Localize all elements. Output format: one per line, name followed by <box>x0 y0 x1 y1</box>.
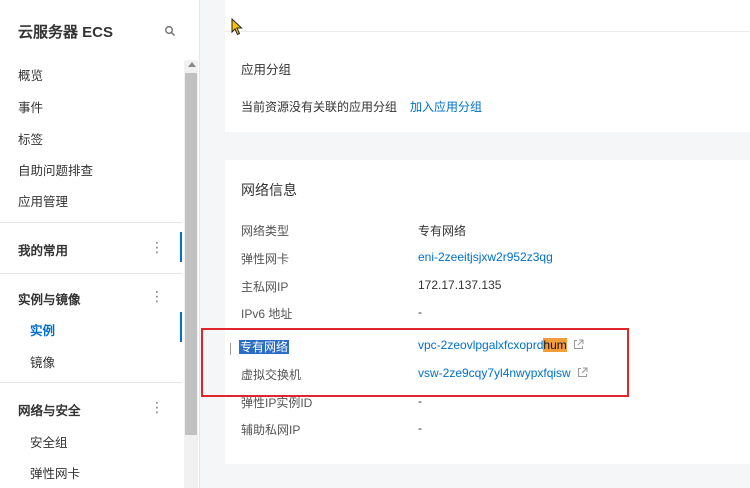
network-info-card <box>225 160 750 464</box>
sidebar-item-events[interactable]: 事件 <box>18 97 43 116</box>
sidebar-group-network[interactable]: 网络与安全 <box>18 400 81 419</box>
ipv6-value: - <box>418 305 422 319</box>
ipv6-label: IPv6 地址 <box>241 307 293 321</box>
sidebar-divider <box>0 222 182 223</box>
sidebar-item-images[interactable]: 镜像 <box>30 352 55 371</box>
sidebar-title: 云服务器 ECS <box>18 24 114 41</box>
network-type-value: 专有网络 <box>418 224 467 238</box>
eni-link[interactable]: eni-2zeeitjsjxw2r952z3qg <box>418 250 553 264</box>
mouse-cursor-icon <box>231 18 243 36</box>
network-info-title: 网络信息 <box>241 182 297 198</box>
sidebar-group-favorites[interactable]: 我的常用 <box>18 240 68 259</box>
more-icon[interactable]: ⋮ <box>150 240 164 254</box>
sidebar-active-indicator <box>180 312 182 342</box>
secondary-private-ip-value: - <box>418 421 422 435</box>
more-icon[interactable]: ⋮ <box>150 289 164 303</box>
sidebar-item-security-group[interactable]: 安全组 <box>30 432 68 451</box>
app-group-empty-text: 当前资源没有关联的应用分组 <box>241 100 398 114</box>
network-type-label: 网络类型 <box>241 224 290 238</box>
sidebar-item-instances[interactable]: 实例 <box>30 320 55 339</box>
sidebar-item-overview[interactable]: 概览 <box>18 65 43 84</box>
sidebar: 云服务器 ECS 概览 事件 标签 自助问题排查 应用管理 我的常用 ⋮ 实例与… <box>0 0 200 488</box>
scroll-up-icon[interactable] <box>188 62 196 67</box>
add-app-group-link[interactable]: 加入应用分组 <box>410 98 482 115</box>
eni-label: 弹性网卡 <box>241 252 290 266</box>
secondary-private-ip-label: 辅助私网IP <box>241 423 301 437</box>
annotation-box <box>201 328 629 397</box>
more-icon[interactable]: ⋮ <box>150 400 164 414</box>
sidebar-item-tags[interactable]: 标签 <box>18 129 43 148</box>
sidebar-group-instances[interactable]: 实例与镜像 <box>18 289 81 308</box>
sidebar-active-indicator <box>180 232 182 262</box>
sidebar-item-app-management[interactable]: 应用管理 <box>18 191 68 210</box>
card-divider <box>225 31 750 32</box>
sidebar-item-troubleshoot[interactable]: 自助问题排查 <box>18 160 93 179</box>
app-group-title: 应用分组 <box>241 63 292 77</box>
sidebar-item-eni[interactable]: 弹性网卡 <box>30 463 80 482</box>
search-icon[interactable] <box>164 25 176 37</box>
sidebar-scrollbar-thumb[interactable] <box>185 73 197 435</box>
sidebar-divider <box>0 273 182 274</box>
sidebar-divider <box>0 382 182 383</box>
primary-private-ip-label: 主私网IP <box>241 280 289 294</box>
primary-private-ip-value: 172.17.137.135 <box>418 278 502 292</box>
